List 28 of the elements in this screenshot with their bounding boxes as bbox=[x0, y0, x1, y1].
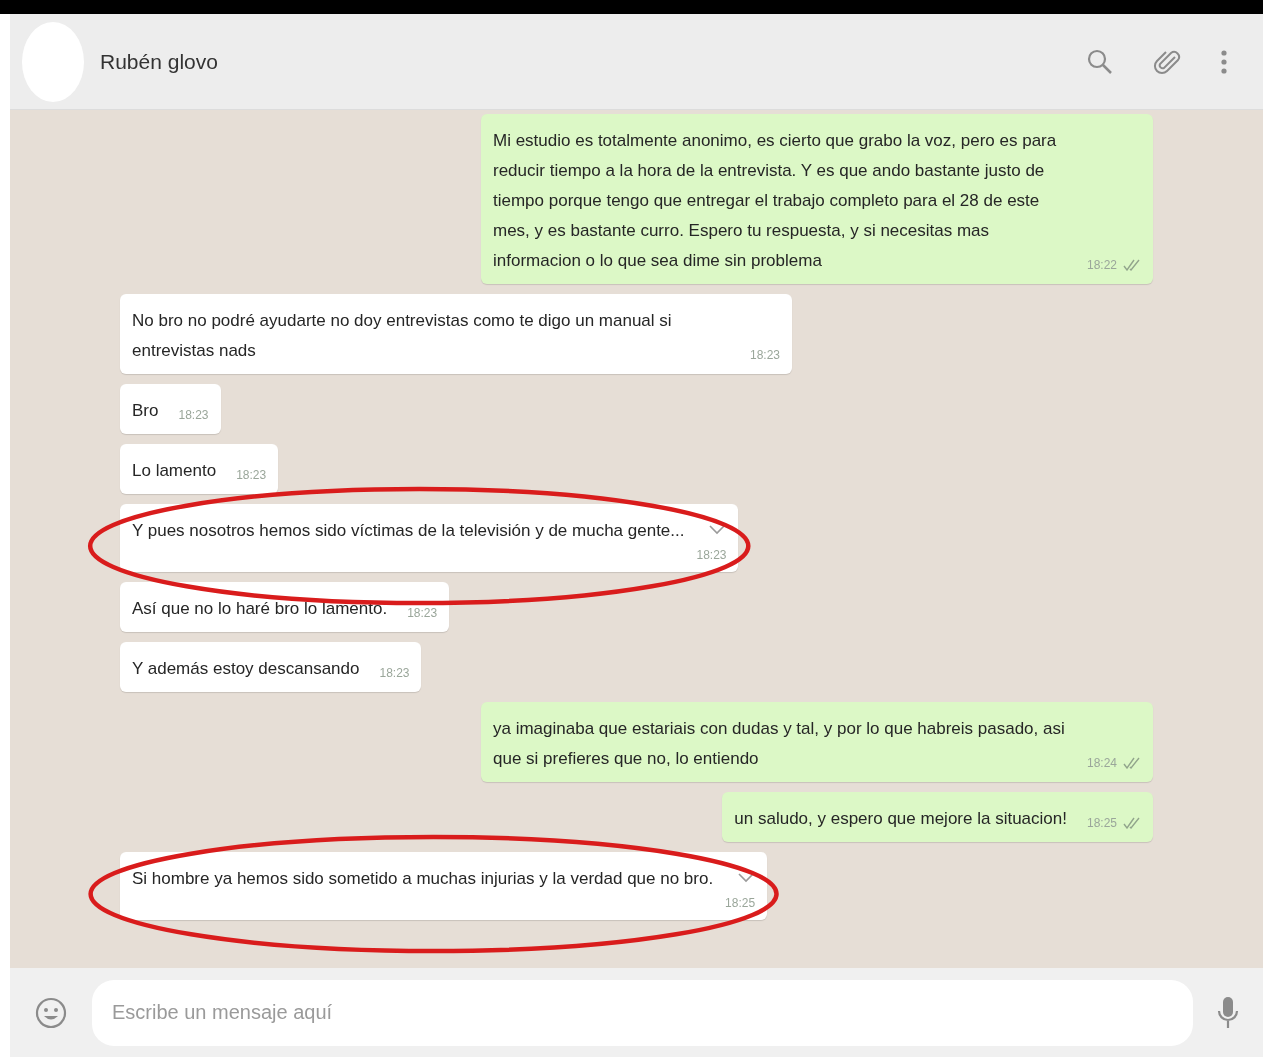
message-text: Y pues nosotros hemos sido víctimas de la televisión y de mucha gente... bbox=[132, 520, 685, 542]
menu-icon[interactable] bbox=[1221, 48, 1227, 75]
message-text: Si hombre ya hemos sido sometido a muchas injurias y la verdad que no bro. bbox=[132, 868, 714, 890]
message-text: Así que no lo haré bro lo lamento. bbox=[132, 598, 388, 620]
message-time: 18:23 bbox=[749, 347, 780, 364]
message-text: Bro bbox=[132, 400, 159, 422]
emoji-icon[interactable] bbox=[34, 995, 68, 1030]
microphone-icon[interactable] bbox=[1217, 994, 1239, 1031]
message-time: 18:22 bbox=[1086, 257, 1117, 274]
message-text: Lo lamento bbox=[132, 460, 217, 482]
message-time: 18:23 bbox=[379, 665, 410, 682]
chevron-down-icon[interactable] bbox=[708, 524, 727, 536]
contact-name[interactable]: Rubén glovo bbox=[100, 45, 218, 78]
message-time: 18:23 bbox=[236, 467, 267, 484]
message-input[interactable]: Escribe un mensaje aquí bbox=[92, 979, 1193, 1046]
message-text: ya imaginaba que estariais con dudas y tal, y por lo que habreis pasado, asi que si prefieres que no, lo entiendo bbox=[493, 718, 1066, 770]
message-time: 18:24 bbox=[1086, 755, 1117, 772]
message-time: 18:23 bbox=[407, 605, 438, 622]
message-time: 18:23 bbox=[178, 407, 209, 424]
message-text: Mi estudio es totalmente anonimo, es cierto que grabo la voz, pero es para reducir tiempo a la hora de la entrevista. Y es que ando bastante justo de tiempo porque tengo que entregar el trabajo completo para el 28 de este mes, y es bastante curro. Espero tu respuesta, y si necesitas mas informacion o lo que sea dime sin problema bbox=[493, 130, 1058, 272]
search-icon[interactable] bbox=[1087, 48, 1113, 75]
message-time: 18:25 bbox=[1086, 815, 1117, 832]
message-time: 18:25 bbox=[725, 895, 756, 912]
message-text: No bro no podré ayudarte no doy entrevistas como te digo un manual si entrevistas nads bbox=[132, 310, 673, 362]
chevron-down-icon[interactable] bbox=[737, 872, 756, 884]
message-text: Y además estoy descansando bbox=[132, 658, 360, 680]
message-text: un saludo, y espero que mejore la situacion! bbox=[734, 808, 1067, 830]
message-time: 18:23 bbox=[696, 547, 727, 564]
